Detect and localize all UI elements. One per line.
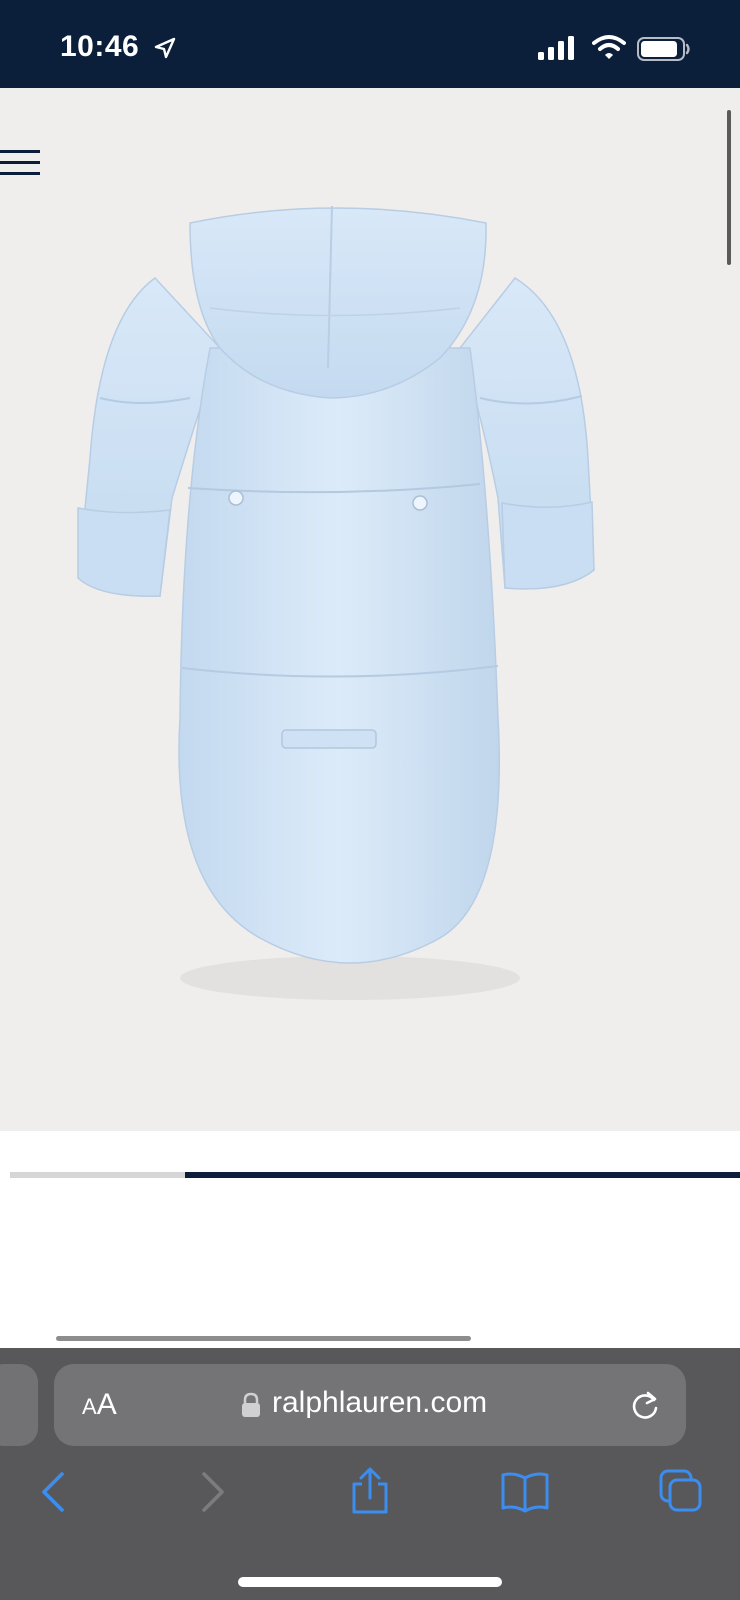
- share-icon[interactable]: [348, 1466, 392, 1516]
- location-arrow-icon: [154, 37, 176, 59]
- content-scroll-indicator: [56, 1336, 471, 1341]
- back-chevron-icon[interactable]: [36, 1470, 70, 1514]
- text-size-button[interactable]: AA: [82, 1388, 117, 1422]
- previous-tab-peek[interactable]: [0, 1364, 38, 1446]
- reload-icon[interactable]: [628, 1388, 662, 1422]
- url-text: ralphlauren.com: [272, 1386, 488, 1419]
- status-time: 10:46: [60, 30, 140, 63]
- screen: 10:46 AA ralphlauren.com: [0, 0, 740, 1600]
- product-image-snowsuit[interactable]: [60, 198, 620, 1008]
- page-scrollbar[interactable]: [727, 110, 731, 265]
- address-bar[interactable]: AA ralphlauren.com: [54, 1364, 686, 1446]
- status-bar: 10:46: [0, 0, 740, 88]
- lock-icon: [242, 1392, 260, 1417]
- wifi-icon: [592, 35, 626, 59]
- hamburger-menu-icon[interactable]: [0, 150, 40, 176]
- forward-chevron-icon[interactable]: [196, 1470, 230, 1514]
- carousel-progress-fill: [185, 1172, 740, 1178]
- home-indicator: [238, 1577, 502, 1587]
- browser-nav-row: [0, 1460, 740, 1530]
- cellular-signal-icon: [538, 36, 574, 60]
- tabs-overview-icon[interactable]: [658, 1468, 704, 1514]
- battery-icon: [637, 37, 690, 61]
- browser-toolbar: AA ralphlauren.com: [0, 1348, 740, 1600]
- bookmarks-book-icon[interactable]: [500, 1470, 550, 1514]
- product-gallery[interactable]: [0, 88, 740, 1131]
